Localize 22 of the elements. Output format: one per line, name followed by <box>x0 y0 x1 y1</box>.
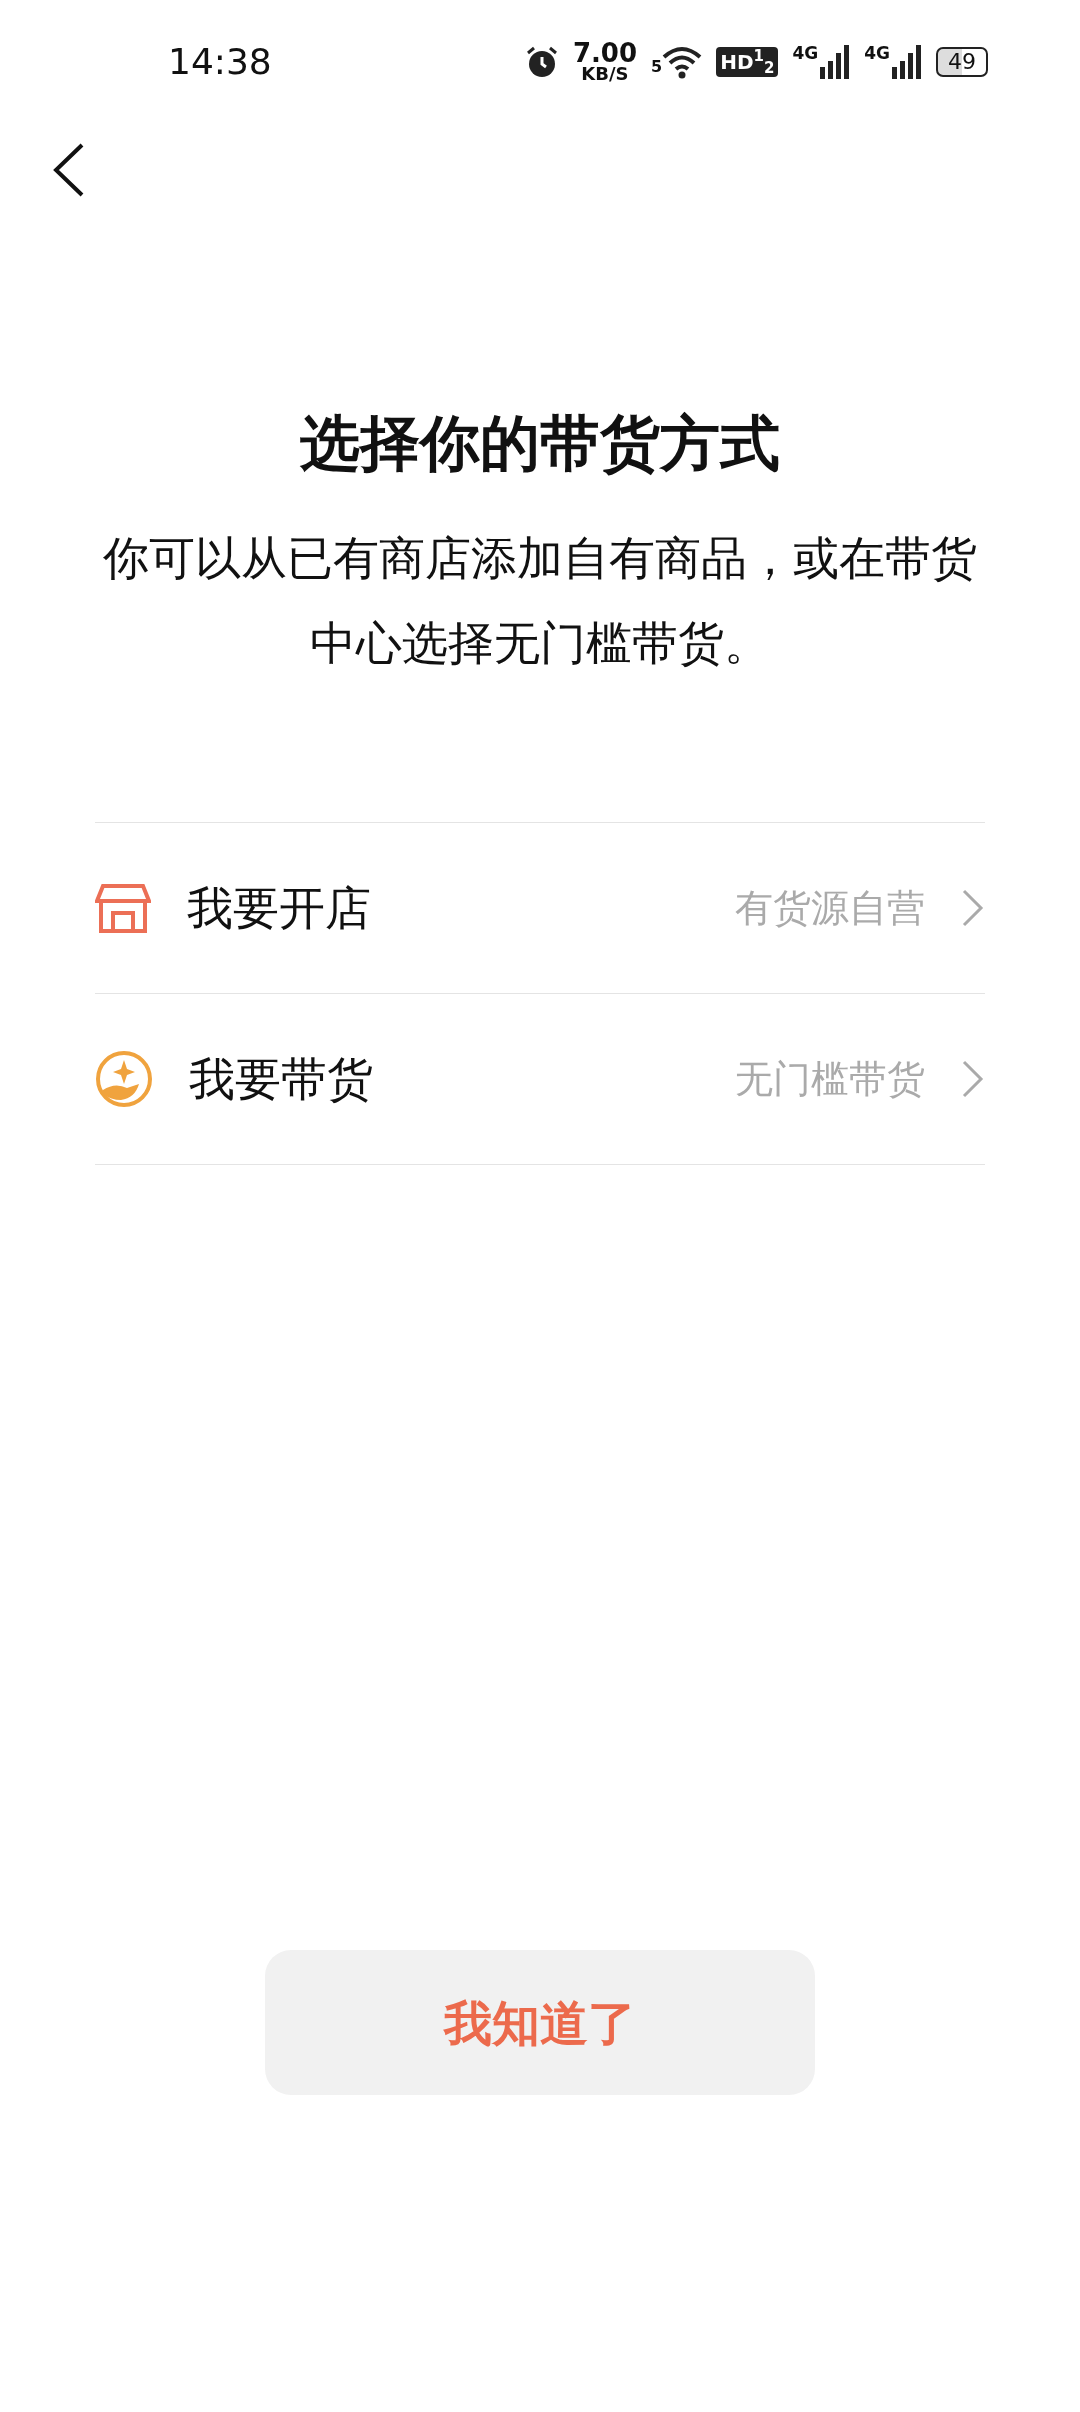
option-item[interactable]: 我要开店 有货源自营 <box>95 823 985 994</box>
signal-icon <box>892 45 922 79</box>
page-title: 选择你的带货方式 <box>299 407 781 480</box>
option-label: 我要带货 <box>189 1050 373 1108</box>
option-hint: 有货源自营 <box>735 884 925 932</box>
signal-icon <box>820 45 851 79</box>
option-label: 我要开店 <box>187 879 371 937</box>
clock-time: 14:38 <box>168 40 272 84</box>
option-item[interactable]: 我要带货 无门槛带货 <box>95 994 985 1165</box>
net-speed: 7.00 <box>572 42 638 66</box>
network-label: 4G <box>792 45 819 62</box>
option-hint: 无门槛带货 <box>735 1055 925 1103</box>
speed-unit: KB/S <box>580 65 630 82</box>
wifi-label: 5 <box>651 56 663 78</box>
chevron-icon <box>961 1059 985 1099</box>
battery: 49 <box>936 47 988 77</box>
alarm-clock-icon <box>524 45 559 79</box>
description: 你可以从已有商店添加自有商品，或在带货中心选择无门槛带货。 <box>102 530 978 672</box>
chevron-icon <box>961 888 985 928</box>
store-icon <box>95 883 151 933</box>
network-label: 4G <box>864 45 890 62</box>
wifi-icon <box>662 45 703 79</box>
